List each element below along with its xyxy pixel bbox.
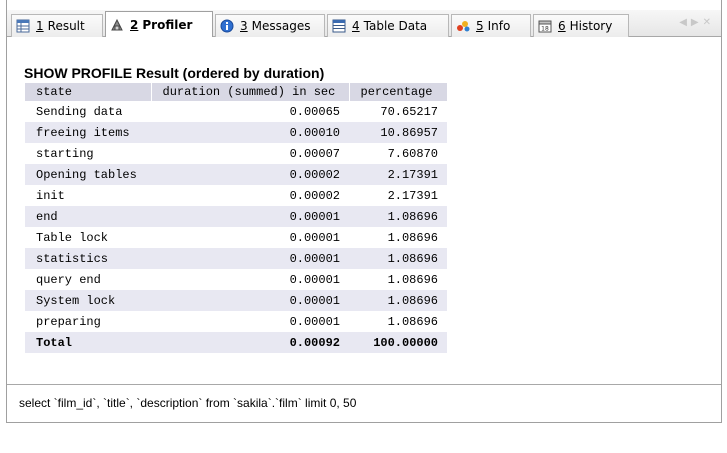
state-cell: preparing: [25, 311, 151, 332]
result-tabs: 1 Result 2 Profiler 3 Messages 4 Table D…: [7, 10, 721, 38]
tab-scroll-controls: ◀▶✕: [679, 17, 715, 28]
tab-number: 6: [558, 19, 566, 33]
state-cell: starting: [25, 143, 151, 164]
duration-cell: 0.00007: [151, 143, 349, 164]
table-row: preparing 0.00001 1.08696: [25, 311, 447, 332]
table-data-icon: [332, 19, 346, 33]
percentage-cell: 70.65217: [349, 101, 447, 122]
duration-cell: 0.00001: [151, 290, 349, 311]
table-row: freeing items 0.00010 10.86957: [25, 122, 447, 143]
percentage-cell: 1.08696: [349, 269, 447, 290]
executed-query-text: select `film_id`, `title`, `description`…: [19, 396, 357, 410]
profile-table: state duration (summed) in sec percentag…: [25, 83, 448, 353]
table-row: query end 0.00001 1.08696: [25, 269, 447, 290]
tab-history[interactable]: 18 6 History: [533, 14, 629, 37]
duration-cell: 0.00001: [151, 248, 349, 269]
profiler-icon: [110, 18, 124, 32]
state-cell: query end: [25, 269, 151, 290]
total-duration-cell: 0.00092: [151, 332, 349, 353]
duration-cell: 0.00001: [151, 206, 349, 227]
duration-cell: 0.00065: [151, 101, 349, 122]
table-row: Table lock 0.00001 1.08696: [25, 227, 447, 248]
tab-label: Result: [47, 19, 85, 33]
table-header-row: state duration (summed) in sec percentag…: [25, 83, 448, 101]
tab-messages[interactable]: 3 Messages: [215, 14, 325, 37]
total-label-cell: Total: [25, 332, 151, 353]
table-row: System lock 0.00001 1.08696: [25, 290, 447, 311]
results-panel: 1 Result 2 Profiler 3 Messages 4 Table D…: [6, 0, 722, 423]
tab-profiler[interactable]: 2 Profiler: [105, 11, 213, 38]
tab-number: 2: [130, 18, 139, 32]
tab-scroll-left-icon[interactable]: ◀: [679, 17, 691, 28]
state-cell: freeing items: [25, 122, 151, 143]
state-cell: Opening tables: [25, 164, 151, 185]
percentage-cell: 7.60870: [349, 143, 447, 164]
table-row: Opening tables 0.00002 2.17391: [25, 164, 447, 185]
table-row: end 0.00001 1.08696: [25, 206, 447, 227]
table-row: statistics 0.00001 1.08696: [25, 248, 447, 269]
tab-table-data[interactable]: 4 Table Data: [327, 14, 449, 37]
percentage-cell: 1.08696: [349, 227, 447, 248]
duration-cell: 0.00001: [151, 311, 349, 332]
percentage-cell: 10.86957: [349, 122, 447, 143]
duration-cell: 0.00001: [151, 269, 349, 290]
total-percentage-cell: 100.00000: [349, 332, 447, 353]
percentage-cell: 2.17391: [349, 185, 447, 206]
profile-result-title: SHOW PROFILE Result (ordered by duration…: [24, 65, 325, 81]
table-row: init 0.00002 2.17391: [25, 185, 447, 206]
tab-label: Info: [487, 19, 511, 33]
tab-label: Table Data: [363, 19, 428, 33]
tab-close-icon[interactable]: ✕: [703, 17, 715, 28]
state-cell: Sending data: [25, 101, 151, 122]
duration-cell: 0.00010: [151, 122, 349, 143]
tab-scroll-right-icon[interactable]: ▶: [691, 17, 703, 28]
history-icon-text: 18: [541, 26, 549, 33]
state-cell: end: [25, 206, 151, 227]
tab-number: 5: [476, 19, 484, 33]
column-header-percentage: percentage: [349, 83, 448, 101]
query-status-bar: select `film_id`, `title`, `description`…: [7, 384, 721, 422]
info-icon: [456, 19, 470, 33]
tab-number: 3: [240, 19, 248, 33]
result-icon: [16, 19, 30, 33]
state-cell: Table lock: [25, 227, 151, 248]
percentage-cell: 1.08696: [349, 290, 447, 311]
profiler-content: SHOW PROFILE Result (ordered by duration…: [7, 37, 721, 384]
messages-icon: [220, 19, 234, 33]
duration-cell: 0.00001: [151, 227, 349, 248]
tab-number: 4: [352, 19, 360, 33]
percentage-cell: 1.08696: [349, 311, 447, 332]
percentage-cell: 2.17391: [349, 164, 447, 185]
tab-info[interactable]: 5 Info: [451, 14, 531, 37]
tab-label: History: [569, 19, 613, 33]
state-cell: init: [25, 185, 151, 206]
state-cell: System lock: [25, 290, 151, 311]
tab-number: 1: [36, 19, 44, 33]
duration-cell: 0.00002: [151, 185, 349, 206]
table-total-row: Total 0.00092 100.00000: [25, 332, 447, 353]
tab-label: Messages: [251, 19, 311, 33]
tab-label: Profiler: [142, 18, 193, 32]
table-row: Sending data 0.00065 70.65217: [25, 101, 447, 122]
percentage-cell: 1.08696: [349, 206, 447, 227]
column-header-duration: duration (summed) in sec: [151, 83, 350, 101]
column-header-state: state: [25, 83, 152, 101]
table-row: starting 0.00007 7.60870: [25, 143, 447, 164]
history-icon: 18: [538, 19, 552, 33]
tab-result[interactable]: 1 Result: [11, 14, 103, 37]
duration-cell: 0.00002: [151, 164, 349, 185]
percentage-cell: 1.08696: [349, 248, 447, 269]
state-cell: statistics: [25, 248, 151, 269]
